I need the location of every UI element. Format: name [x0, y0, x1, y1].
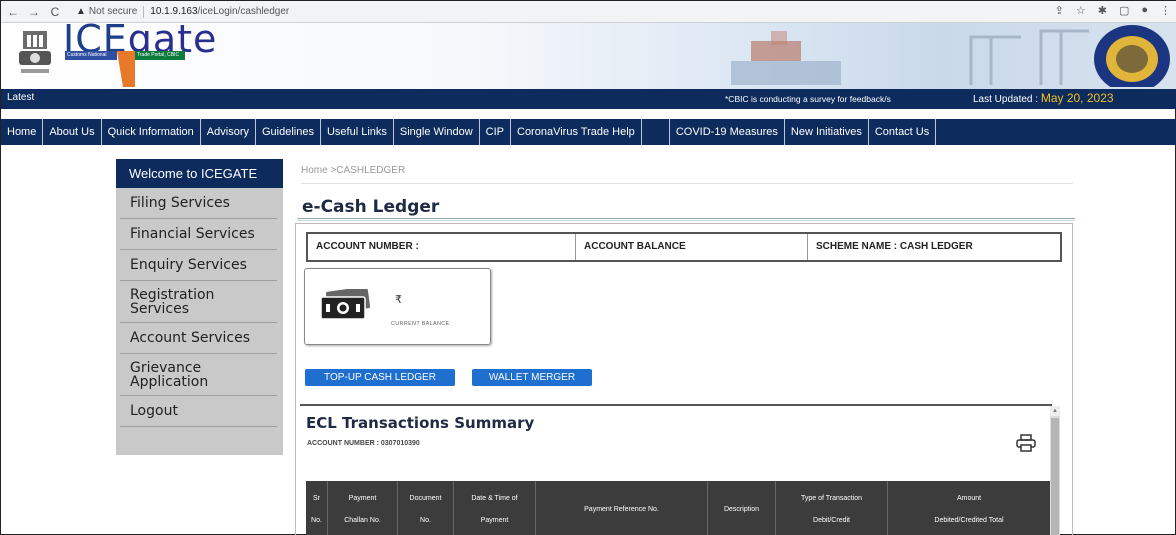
url-host: 10.1.9.163	[150, 6, 198, 17]
column-header: Payment Reference No.	[536, 481, 708, 535]
current-balance-card: ₹ CURRENT BALANCE	[304, 268, 491, 345]
address-bar[interactable]: 10.1.9.163/iceLogin/cashledger	[150, 6, 289, 17]
sidebar: Welcome to ICEGATE Filing Services Finan…	[116, 159, 283, 455]
sidebar-heading: Welcome to ICEGATE	[116, 159, 283, 188]
transactions-table-header: Sr No. Payment Challan No. Document No. Dat…	[306, 481, 1050, 535]
menu-new-initiatives[interactable]: New Initiatives	[785, 119, 869, 145]
ledger-panel: ACCOUNT NUMBER : ACCOUNT BALANCE SCHEME …	[295, 223, 1073, 535]
security-indicator[interactable]: ▲ Not secure	[76, 6, 137, 17]
sidebar-item-grievance-application[interactable]: Grievance Application	[120, 354, 277, 396]
summary-title: ECL Transactions Summary	[306, 414, 535, 432]
menu-cip[interactable]: CIP	[480, 119, 511, 145]
column-header: Document No.	[398, 481, 454, 535]
sidebar-item-logout[interactable]: Logout	[120, 396, 277, 427]
last-updated: Last Updated : May 20, 2023	[973, 91, 1114, 105]
account-info-box: ACCOUNT NUMBER : ACCOUNT BALANCE SCHEME …	[306, 232, 1062, 262]
menu-quick-information[interactable]: Quick Information	[102, 119, 201, 145]
warning-icon: ▲	[76, 6, 86, 17]
topup-cash-ledger-button[interactable]: TOP-UP CASH LEDGER	[305, 369, 455, 386]
wallet-merger-button[interactable]: WALLET MERGER	[472, 369, 592, 386]
browser-actions: ⇪ ☆ ✱ ▢ ● ⋮	[1055, 4, 1171, 17]
sidebar-item-account-services[interactable]: Account Services	[120, 323, 277, 354]
currency-symbol: ₹	[395, 294, 402, 306]
share-icon[interactable]: ⇪	[1055, 4, 1064, 17]
page-title: e-Cash Ledger	[302, 197, 440, 217]
column-header: Amount Debited/Credited Total	[934, 494, 1004, 524]
column-header: Sr No.	[306, 481, 328, 535]
sidebar-item-financial-services[interactable]: Financial Services	[120, 219, 277, 250]
menu-advisory[interactable]: Advisory	[201, 119, 256, 145]
last-updated-date: May 20, 2023	[1040, 91, 1114, 105]
menu-coronavirus-trade-help[interactable]: CoronaVirus Trade Help	[511, 119, 642, 145]
print-icon[interactable]	[1016, 434, 1036, 452]
survey-ticker[interactable]: *CBIC is conducting a survey for feedbac…	[725, 94, 891, 104]
sidebar-item-filing-services[interactable]: Filing Services	[120, 188, 277, 219]
menu-guidelines[interactable]: Guidelines	[256, 119, 321, 145]
account-number-label: ACCOUNT NUMBER :	[308, 234, 576, 260]
more-menu-icon[interactable]: ⋮	[1160, 4, 1171, 17]
title-divider	[297, 218, 1075, 221]
menu-contact-us[interactable]: Contact Us	[869, 119, 937, 145]
national-emblem-icon	[19, 31, 51, 73]
menu-spacer	[642, 119, 670, 145]
last-updated-label: Last Updated :	[973, 94, 1039, 105]
extensions-icon[interactable]: ✱	[1098, 4, 1107, 17]
latest-news-bar: Latest *CBIC is conducting a survey for …	[1, 89, 1176, 109]
scroll-thumb[interactable]	[1051, 418, 1059, 535]
profile-icon[interactable]: ●	[1141, 4, 1148, 17]
menu-covid-19-measures[interactable]: COVID-19 Measures	[670, 119, 785, 145]
column-header: Date & Time of Payment	[454, 481, 536, 535]
cbic-seal-icon	[1094, 25, 1170, 87]
panel-scrollbar[interactable]: ▲	[1050, 406, 1060, 535]
menu-about-us[interactable]: About Us	[43, 119, 102, 145]
reload-icon[interactable]: C	[46, 5, 64, 19]
summary-account-number: ACCOUNT NUMBER : 0307010390	[307, 440, 420, 447]
scheme-name-label: SCHEME NAME : CASH LEDGER	[816, 241, 973, 252]
menu-home[interactable]: Home	[1, 119, 44, 145]
sidebar-item-enquiry-services[interactable]: Enquiry Services	[120, 250, 277, 281]
address-divider	[143, 5, 145, 18]
column-header: Type of Transaction Debit/Credit	[776, 481, 888, 535]
account-balance-label: ACCOUNT BALANCE	[576, 234, 808, 260]
cargo-ship-image	[731, 31, 841, 85]
security-label: Not secure	[88, 6, 138, 17]
back-icon[interactable]: ←	[4, 5, 22, 19]
logo-accent-shape	[117, 51, 135, 87]
column-header: Payment Challan No.	[328, 481, 398, 535]
sidebar-item-registration-services[interactable]: Registration Services	[120, 281, 277, 323]
column-header: Description	[708, 481, 776, 535]
menu-single-window[interactable]: Single Window	[394, 119, 480, 145]
browser-toolbar: ← → C ▲ Not secure 10.1.9.163/iceLogin/c…	[1, 1, 1176, 23]
forward-icon[interactable]: →	[25, 5, 43, 19]
main-menu: Home About Us Quick Information Advisory…	[1, 119, 1176, 145]
logo-subtitle-right: Trade Portal, CBIC	[135, 51, 185, 60]
header-banner: ICEgate Customs National Trade Portal, C…	[1, 23, 1176, 89]
cash-icon	[320, 289, 371, 320]
breadcrumb-divider	[301, 183, 1073, 184]
port-cranes-image	[969, 29, 1089, 85]
side-panel-icon[interactable]: ▢	[1119, 4, 1129, 17]
latest-label: Latest	[7, 92, 35, 103]
menu-useful-links[interactable]: Useful Links	[321, 119, 394, 145]
breadcrumb[interactable]: Home >CASHLEDGER	[301, 165, 405, 176]
url-path: /iceLogin/cashledger	[197, 6, 290, 17]
current-balance-caption: CURRENT BALANCE	[391, 321, 450, 327]
scroll-up-icon[interactable]: ▲	[1050, 406, 1060, 416]
bookmark-star-icon[interactable]: ☆	[1076, 4, 1086, 17]
logo-subtitle-left: Customs National	[65, 51, 117, 60]
